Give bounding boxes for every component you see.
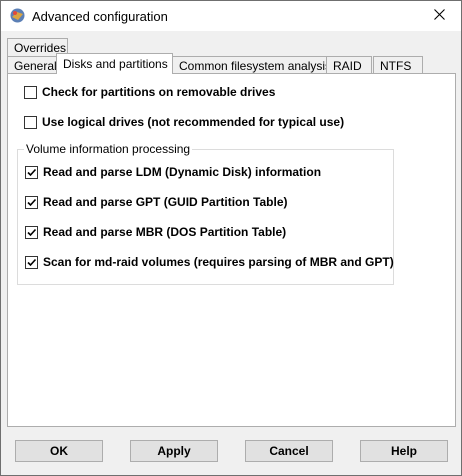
help-button[interactable]: Help (360, 440, 448, 462)
checkbox-label: Use logical drives (not recommended for … (42, 115, 345, 129)
ok-button[interactable]: OK (15, 440, 103, 462)
tab-general[interactable]: General (7, 56, 57, 74)
tab-label: Disks and partitions (63, 57, 168, 71)
checkbox-label: Read and parse MBR (DOS Partition Table) (43, 225, 287, 239)
checkbox-label: Read and parse LDM (Dynamic Disk) inform… (43, 165, 322, 179)
window-title: Advanced configuration (32, 9, 168, 24)
option-parse-ldm[interactable]: Read and parse LDM (Dynamic Disk) inform… (25, 165, 321, 179)
checkbox[interactable] (24, 85, 37, 99)
tab-raid[interactable]: RAID (326, 56, 372, 74)
checkbox-label: Read and parse GPT (GUID Partition Table… (43, 195, 288, 209)
check-icon (27, 198, 37, 206)
cancel-button[interactable]: Cancel (245, 440, 333, 462)
close-icon (433, 9, 445, 23)
tab-label: General (14, 59, 57, 73)
app-icon (10, 8, 25, 23)
checkbox-label: Check for partitions on removable drives (42, 85, 276, 99)
dialog-window: Advanced configuration Overrides General… (0, 0, 462, 476)
option-check-removable-drives[interactable]: Check for partitions on removable drives (24, 85, 275, 99)
option-parse-mbr[interactable]: Read and parse MBR (DOS Partition Table) (25, 225, 286, 239)
option-scan-md-raid[interactable]: Scan for md-raid volumes (requires parsi… (25, 255, 394, 269)
apply-button[interactable]: Apply (130, 440, 218, 462)
option-parse-gpt[interactable]: Read and parse GPT (GUID Partition Table… (25, 195, 287, 209)
checkbox-checked[interactable] (25, 255, 38, 269)
check-icon (27, 168, 37, 176)
tab-ntfs[interactable]: NTFS (373, 56, 423, 74)
tab-label: RAID (333, 59, 362, 73)
tab-panel-disks-and-partitions: Check for partitions on removable drives… (7, 73, 456, 427)
checkbox-checked[interactable] (25, 225, 38, 239)
check-icon (27, 228, 37, 236)
tab-common-filesystem-analysis[interactable]: Common filesystem analysis (172, 56, 331, 74)
checkbox-label: Scan for md-raid volumes (requires parsi… (43, 255, 394, 269)
option-use-logical-drives[interactable]: Use logical drives (not recommended for … (24, 115, 344, 129)
tab-label: NTFS (380, 59, 412, 73)
groupbox-title: Volume information processing (24, 142, 193, 156)
checkbox[interactable] (24, 115, 37, 129)
tab-label: Common filesystem analysis (179, 59, 332, 73)
volume-info-groupbox: Volume information processing Read and p… (17, 142, 394, 285)
checkbox-checked[interactable] (25, 165, 38, 179)
checkbox-checked[interactable] (25, 195, 38, 209)
tab-disks-and-partitions[interactable]: Disks and partitions (56, 53, 173, 74)
check-icon (27, 258, 37, 266)
title-bar: Advanced configuration (1, 1, 461, 31)
close-button[interactable] (417, 1, 461, 31)
